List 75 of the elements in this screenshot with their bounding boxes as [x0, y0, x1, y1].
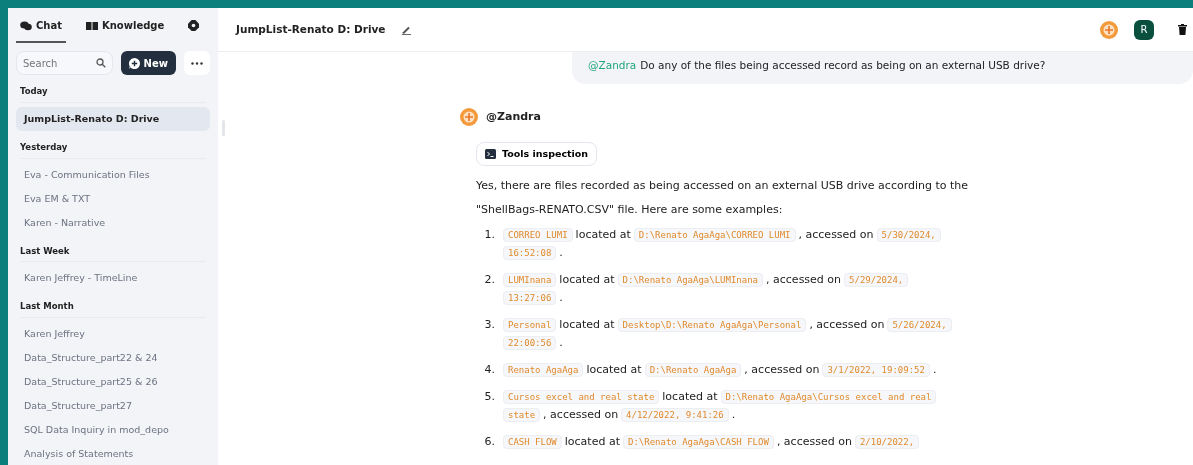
inline-code: LUMInana	[503, 273, 557, 287]
settings-icon	[188, 20, 200, 31]
answer-paragraph: Yes, there are files recorded as being accessed on an external USB drive according to the "ShellBags-RENATO.CSV" file. Here are some examples:	[476, 178, 970, 218]
message-text: Do any of the files being accessed record as being on an external USB drive?	[640, 59, 1046, 71]
inline-code: D:\Renato AgaAga\CASH FLOW	[623, 435, 774, 449]
author-name: @Zandra	[486, 108, 541, 125]
new-chat-button[interactable]: New	[120, 51, 176, 75]
chat-bubbles-icon	[20, 20, 32, 31]
terminal-icon	[485, 148, 496, 159]
list-number: 1.	[483, 227, 496, 243]
answer-text: , accessed on	[809, 318, 885, 331]
search-icon	[95, 58, 106, 68]
edit-pencil-icon[interactable]	[401, 24, 413, 35]
inline-code: CORREO LUMI	[503, 228, 573, 242]
sidebar-tab[interactable]: Knowledge	[82, 8, 169, 43]
tools-inspection-button[interactable]: Tools inspection	[476, 141, 598, 166]
delete-trash-icon[interactable]	[1178, 24, 1187, 35]
inline-code: D:\Renato AgaAga\CORREO LUMI	[633, 228, 796, 242]
inline-code: 4/12/2022, 9:41:26	[621, 408, 729, 422]
assistant-avatar-icon	[460, 107, 478, 126]
chat-list-item[interactable]: Data_Structure_part27	[16, 394, 210, 418]
group-heading: Last Week	[20, 244, 206, 263]
list-number: 3.	[483, 317, 496, 333]
answer-text: , accessed on	[776, 435, 852, 448]
list-number: 2.	[483, 272, 496, 288]
inline-code: Renato AgaAga	[503, 363, 584, 377]
answer-text: located at	[662, 390, 718, 403]
group-heading: Last Month	[20, 300, 206, 318]
inline-code: Cursos excel and real state	[503, 390, 660, 404]
search-field[interactable]: Search	[16, 51, 113, 75]
more-dots-icon	[191, 61, 203, 65]
inline-code: D:\Renato AgaAga\LUMInana	[617, 273, 764, 287]
group-heading: Today	[20, 85, 206, 103]
book-icon	[86, 20, 98, 31]
group-heading: Yesterday	[20, 140, 206, 159]
chat-list-item[interactable]: Karen - Narrative	[16, 210, 210, 235]
answer-text: .	[932, 363, 937, 376]
answer-text: .	[731, 408, 736, 421]
chat-list-item[interactable]: SQL Data Inquiry in mod_depo	[16, 418, 210, 442]
chat-list-item[interactable]: Data_Structure_part22 & 24	[16, 346, 210, 370]
chat-list-item[interactable]: Data_Structure_part25 & 26	[16, 370, 210, 394]
answer-text: , accessed on	[543, 408, 619, 421]
list-number: 5.	[483, 389, 496, 405]
answer-text: , accessed on	[744, 363, 820, 376]
chat-list-item[interactable]: Analysis of Statements	[16, 442, 210, 465]
user-avatar[interactable]: R	[1134, 19, 1154, 40]
chat-list-item[interactable]: Karen Jeffrey	[16, 322, 210, 346]
answer-text: located at	[564, 435, 620, 448]
answer-text: , accessed on	[798, 228, 874, 241]
inline-code: Personal	[503, 318, 557, 332]
chat-list-item[interactable]: Karen Jeffrey - TimeLine	[16, 266, 210, 291]
plus-bubble-icon	[128, 57, 140, 69]
answer-text: , accessed on	[766, 273, 842, 286]
answer-text: located at	[559, 318, 615, 331]
inline-code: 3/1/2022, 19:09:52	[822, 363, 930, 377]
chat-title: JumpList-Renato D: Drive	[236, 21, 386, 37]
mention-tag: @Zandra	[588, 59, 637, 71]
answer-text: .	[559, 336, 563, 349]
chat-list-item[interactable]: Eva EM & TXT	[16, 186, 210, 211]
chat-list-item[interactable]: JumpList-Renato D: Drive	[16, 106, 210, 131]
answer-text: located at	[586, 363, 642, 376]
answer-text: located at	[559, 273, 615, 286]
more-button[interactable]	[184, 51, 210, 75]
answer-text: .	[559, 291, 563, 304]
sidebar-tab[interactable]: Chat	[16, 8, 66, 43]
inline-code: D:\Renato AgaAga	[644, 363, 742, 377]
list-number: 6.	[483, 434, 496, 450]
inline-code: CASH FLOW	[503, 435, 562, 449]
inline-code: Desktop\D:\Renato AgaAga\Personal	[617, 318, 807, 332]
answer-text: .	[559, 246, 563, 259]
chat-list-item[interactable]: Eva - Communication Files	[16, 162, 210, 187]
list-number: 4.	[483, 362, 496, 378]
assistant-avatar-icon[interactable]	[1100, 20, 1118, 39]
inline-code: 2/10/2022,	[854, 435, 920, 449]
answer-text: located at	[575, 228, 631, 241]
